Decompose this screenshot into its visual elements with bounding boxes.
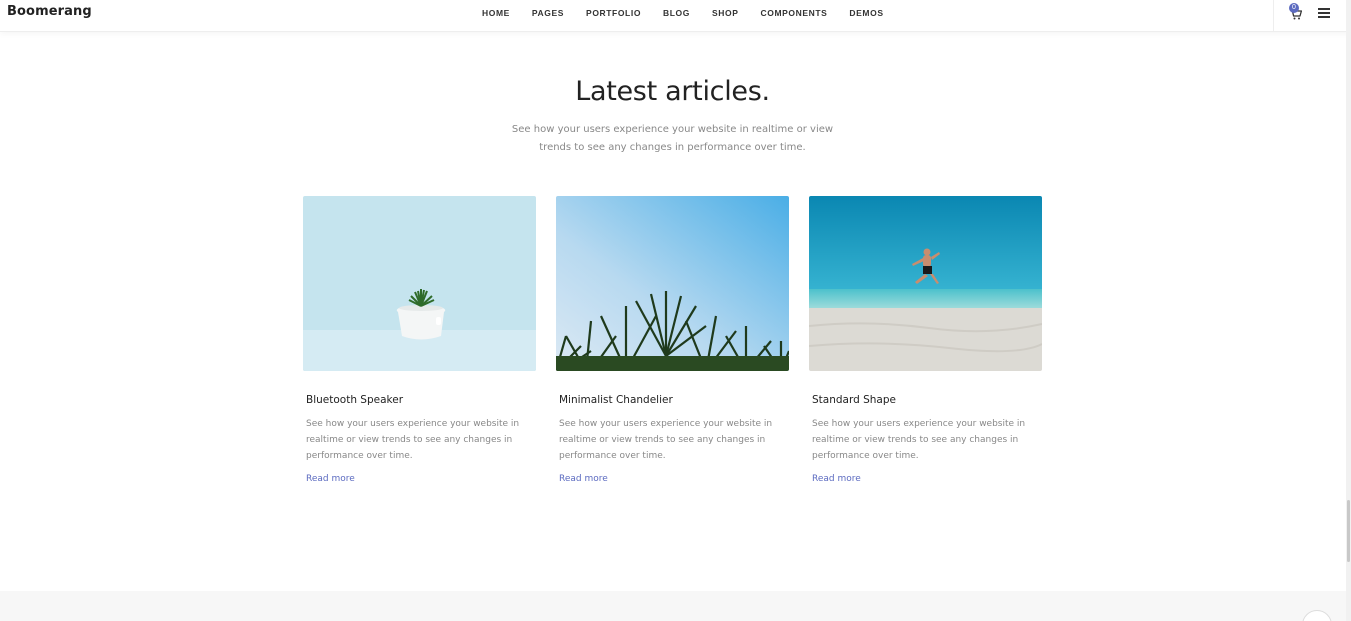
article-title[interactable]: Standard Shape <box>812 394 1042 406</box>
article-card: Bluetooth Speaker See how your users exp… <box>303 196 536 485</box>
article-excerpt: See how your users experience your websi… <box>812 419 1026 461</box>
article-title[interactable]: Bluetooth Speaker <box>306 394 536 406</box>
article-card: Minimalist Chandelier See how your users… <box>556 196 789 485</box>
read-more-link[interactable]: Read more <box>812 474 861 484</box>
scrollbar-thumb[interactable] <box>1347 500 1350 562</box>
article-image-plant[interactable] <box>303 196 536 371</box>
header-actions: 0 <box>1273 0 1351 32</box>
article-card: Standard Shape See how your users experi… <box>809 196 1042 485</box>
nav-portfolio[interactable]: PORTFOLIO <box>586 8 641 18</box>
section-subtitle-line-2: trends to see any changes in performance… <box>539 142 806 153</box>
read-more-link[interactable]: Read more <box>306 474 355 484</box>
brand-logo[interactable]: Boomerang <box>7 4 92 19</box>
main-nav: HOME PAGES PORTFOLIO BLOG SHOP COMPONENT… <box>482 8 906 18</box>
top-navbar: Boomerang HOME PAGES PORTFOLIO BLOG SHOP… <box>0 0 1351 32</box>
nav-blog[interactable]: BLOG <box>663 8 690 18</box>
article-excerpt: See how your users experience your websi… <box>559 419 773 461</box>
nav-demos[interactable]: DEMOS <box>849 8 883 18</box>
article-image-palms[interactable] <box>556 196 789 371</box>
section-title: Latest articles. <box>575 76 770 107</box>
article-excerpt: See how your users experience your websi… <box>306 419 520 461</box>
article-title[interactable]: Minimalist Chandelier <box>559 394 789 406</box>
article-image-beach[interactable] <box>809 196 1042 371</box>
nav-home[interactable]: HOME <box>482 8 510 18</box>
nav-pages[interactable]: PAGES <box>532 8 564 18</box>
hamburger-menu-icon[interactable] <box>1318 8 1330 18</box>
nav-components[interactable]: COMPONENTS <box>761 8 828 18</box>
section-subtitle: See how your users experience your websi… <box>500 121 845 157</box>
nav-shop[interactable]: SHOP <box>712 8 739 18</box>
footer-strip <box>0 591 1351 621</box>
section-subtitle-line-1: See how your users experience your websi… <box>511 124 834 135</box>
read-more-link[interactable]: Read more <box>559 474 608 484</box>
cart-count-badge: 0 <box>1289 3 1299 13</box>
